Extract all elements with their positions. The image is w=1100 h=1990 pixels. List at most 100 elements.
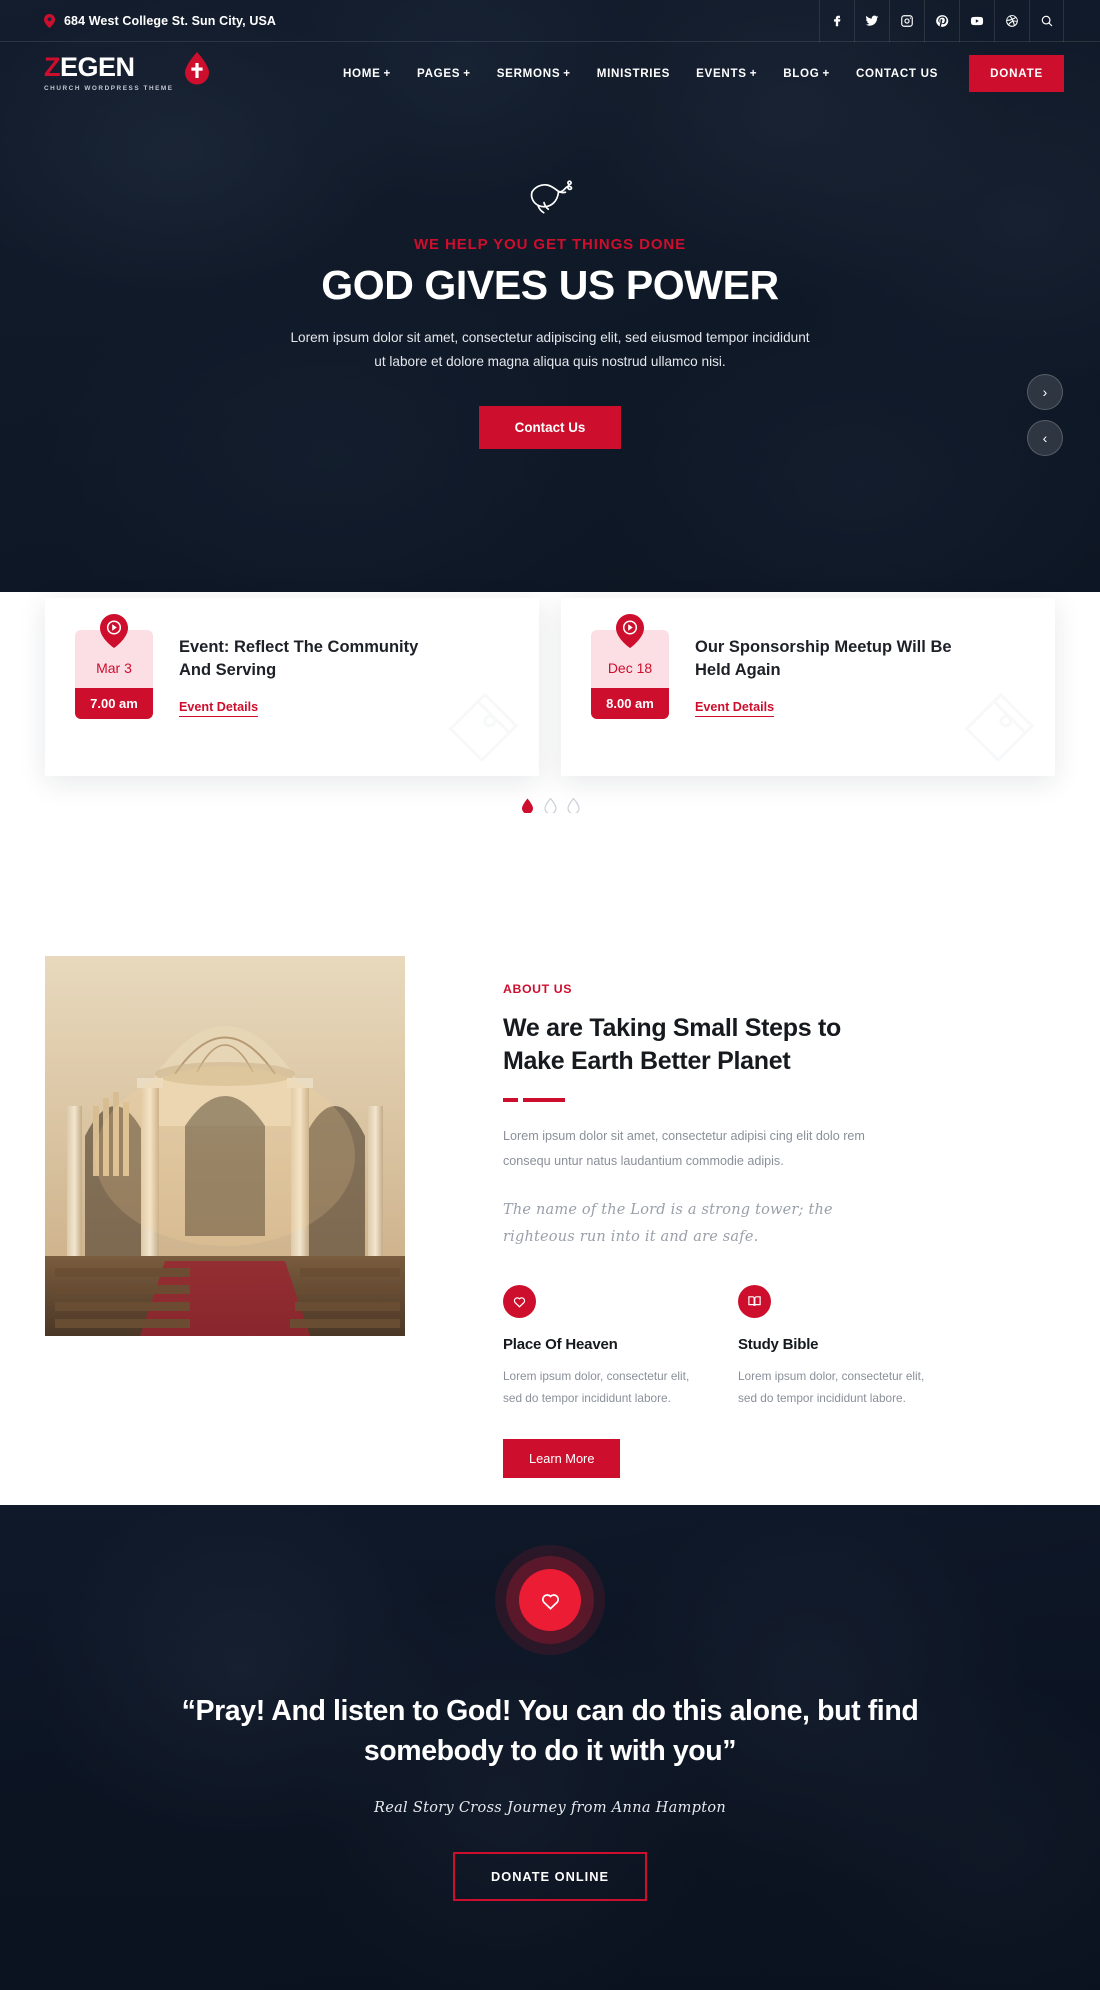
- pinterest-icon[interactable]: [924, 0, 959, 42]
- about-section: ABOUT US We are Taking Small Steps to Ma…: [0, 930, 1100, 1479]
- chevron-plus-icon: +: [383, 66, 392, 80]
- nav-label: CONTACT US: [855, 66, 939, 80]
- feature-title: Study Bible: [738, 1335, 819, 1353]
- about-features: Place Of Heaven Lorem ipsum dolor, conse…: [503, 1284, 1055, 1410]
- social-links: [819, 0, 1064, 42]
- about-inner: ABOUT US We are Taking Small Steps to Ma…: [45, 930, 1055, 1479]
- chevron-right-icon: ›: [1042, 384, 1048, 400]
- feature-title: Place Of Heaven: [503, 1335, 618, 1353]
- event-title: Event: Reflect The Community And Serving: [179, 638, 419, 680]
- about-scripture-quote: The name of the Lord is a strong tower; …: [503, 1202, 833, 1245]
- event-pin-icon: [616, 614, 644, 648]
- event-time-text: 8.00 am: [591, 688, 669, 719]
- feature-item: Study Bible Lorem ipsum dolor, consectet…: [738, 1284, 943, 1410]
- hero-content: WE HELP YOU GET THINGS DONE GOD GIVES US…: [0, 104, 1100, 449]
- chevron-plus-icon: +: [563, 66, 571, 80]
- section-divider: [503, 1098, 1055, 1102]
- blood-drop-cross-icon: [182, 51, 212, 85]
- top-bar: 684 West College St. Sun City, USA: [0, 0, 1100, 42]
- event-date-box: Dec 18 8.00 am: [591, 614, 669, 719]
- event-pin-icon: [100, 614, 128, 648]
- nav-label: BLOG: [783, 66, 820, 80]
- address-block: 684 West College St. Sun City, USA: [44, 13, 277, 28]
- testimonial-quote: “Pray! And listen to God! You can do thi…: [181, 1695, 919, 1768]
- page-root: 684 West College St. Sun City, USA ZEGEN…: [0, 0, 1100, 1990]
- feature-text: Lorem ipsum dolor, consectetur elit, sed…: [738, 1368, 925, 1405]
- chevron-plus-icon: +: [749, 66, 758, 80]
- instagram-icon[interactable]: [889, 0, 924, 42]
- testimonial-author: Real Story Cross Journey from Anna Hampt…: [374, 1799, 726, 1816]
- nav-item-ministries[interactable]: MINISTRIES: [584, 67, 683, 80]
- twitter-icon[interactable]: [854, 0, 889, 42]
- slider-prev-button[interactable]: ‹: [1027, 420, 1063, 456]
- hero-description: Lorem ipsum dolor sit amet, consectetur …: [290, 330, 810, 369]
- nav-item-home[interactable]: HOME +: [330, 67, 404, 80]
- logo-wordmark: ZEGEN: [44, 54, 174, 81]
- feature-text: Lorem ipsum dolor, consectetur elit, sed…: [503, 1368, 690, 1405]
- chevron-plus-icon: +: [463, 66, 471, 80]
- nav-label: PAGES: [417, 66, 461, 80]
- chevron-plus-icon: +: [822, 66, 830, 80]
- nav-label: EVENTS: [696, 66, 747, 80]
- facebook-icon[interactable]: [819, 0, 854, 42]
- ticket-watermark-icon: [431, 672, 529, 770]
- event-details-link[interactable]: Event Details: [179, 700, 259, 718]
- hero-contact-us-button[interactable]: Contact Us: [478, 405, 622, 449]
- open-book-icon: [738, 1284, 771, 1318]
- hero-title: GOD GIVES US POWER: [321, 262, 779, 308]
- nav-label: MINISTRIES: [596, 66, 671, 80]
- water-drop-icon[interactable]: [543, 797, 557, 815]
- about-content: ABOUT US We are Taking Small Steps to Ma…: [475, 930, 1055, 1479]
- nav-item-pages[interactable]: PAGES +: [404, 67, 484, 80]
- testimonial-content: “Pray! And listen to God! You can do thi…: [0, 1505, 1100, 1901]
- ticket-watermark-icon: [947, 672, 1045, 770]
- about-title: We are Taking Small Steps to Make Earth …: [503, 1014, 841, 1075]
- logo-initial: Z: [44, 52, 61, 82]
- search-icon[interactable]: [1029, 0, 1064, 42]
- hero-kicker: WE HELP YOU GET THINGS DONE: [413, 236, 687, 253]
- nav-item-sermons[interactable]: SERMONS +: [484, 67, 584, 80]
- event-title: Our Sponsorship Meetup Will Be Held Agai…: [695, 638, 952, 680]
- event-body: Our Sponsorship Meetup Will Be Held Agai…: [669, 630, 960, 718]
- donate-button[interactable]: DONATE: [969, 54, 1064, 92]
- site-logo[interactable]: ZEGEN CHURCH WORDPRESS THEME: [44, 51, 212, 93]
- testimonial-section: “Pray! And listen to God! You can do thi…: [0, 1505, 1100, 1990]
- chevron-left-icon: ‹: [1042, 430, 1048, 446]
- address-text: 684 West College St. Sun City, USA: [64, 13, 277, 28]
- youtube-icon[interactable]: [959, 0, 994, 42]
- main-header: ZEGEN CHURCH WORDPRESS THEME HOME + PAGES…: [0, 42, 1100, 104]
- nav-item-blog[interactable]: BLOG +: [770, 67, 843, 80]
- primary-navigation: HOME + PAGES + SERMONS + MINISTRIES EVENTS +…: [330, 54, 1064, 92]
- dove-icon: [524, 172, 576, 218]
- feature-item: Place Of Heaven Lorem ipsum dolor, conse…: [503, 1284, 708, 1410]
- event-card[interactable]: Dec 18 8.00 am Our Sponsorship Meetup Wi…: [561, 598, 1055, 776]
- events-cards-row: Mar 3 7.00 am Event: Reflect The Communi…: [0, 598, 1100, 776]
- water-drop-icon[interactable]: [521, 798, 534, 814]
- about-paragraph: Lorem ipsum dolor sit amet, consectetur …: [503, 1129, 865, 1168]
- about-kicker: ABOUT US: [503, 982, 573, 996]
- dribbble-icon[interactable]: [994, 0, 1029, 42]
- event-card[interactable]: Mar 3 7.00 am Event: Reflect The Communi…: [45, 598, 539, 776]
- learn-more-button[interactable]: Learn More: [503, 1439, 621, 1479]
- map-pin-icon: [44, 13, 55, 28]
- logo-text-stack: ZEGEN CHURCH WORDPRESS THEME: [44, 54, 174, 93]
- event-body: Event: Reflect The Community And Serving…: [153, 630, 444, 718]
- event-time-text: 7.00 am: [75, 688, 153, 719]
- logo-rest: EGEN: [60, 52, 135, 82]
- slider-pagination: [0, 797, 1100, 815]
- nav-item-contact-us[interactable]: CONTACT US: [843, 67, 951, 80]
- nav-item-events[interactable]: EVENTS +: [683, 67, 770, 80]
- event-date-box: Mar 3 7.00 am: [75, 614, 153, 719]
- about-media: [45, 930, 475, 1478]
- logo-tagline: CHURCH WORDPRESS THEME: [44, 85, 174, 92]
- nav-label: HOME: [342, 66, 381, 80]
- event-details-link[interactable]: Event Details: [695, 700, 775, 718]
- donate-online-button[interactable]: DONATE ONLINE: [453, 1851, 647, 1901]
- hero-section: 684 West College St. Sun City, USA ZEGEN…: [0, 0, 1100, 592]
- heart-icon: [503, 1284, 536, 1318]
- church-interior-photo: [45, 956, 405, 1336]
- nav-label: SERMONS: [496, 66, 561, 80]
- heart-icon: [519, 1569, 581, 1631]
- water-drop-icon[interactable]: [566, 797, 580, 815]
- slider-next-button[interactable]: ›: [1027, 374, 1063, 410]
